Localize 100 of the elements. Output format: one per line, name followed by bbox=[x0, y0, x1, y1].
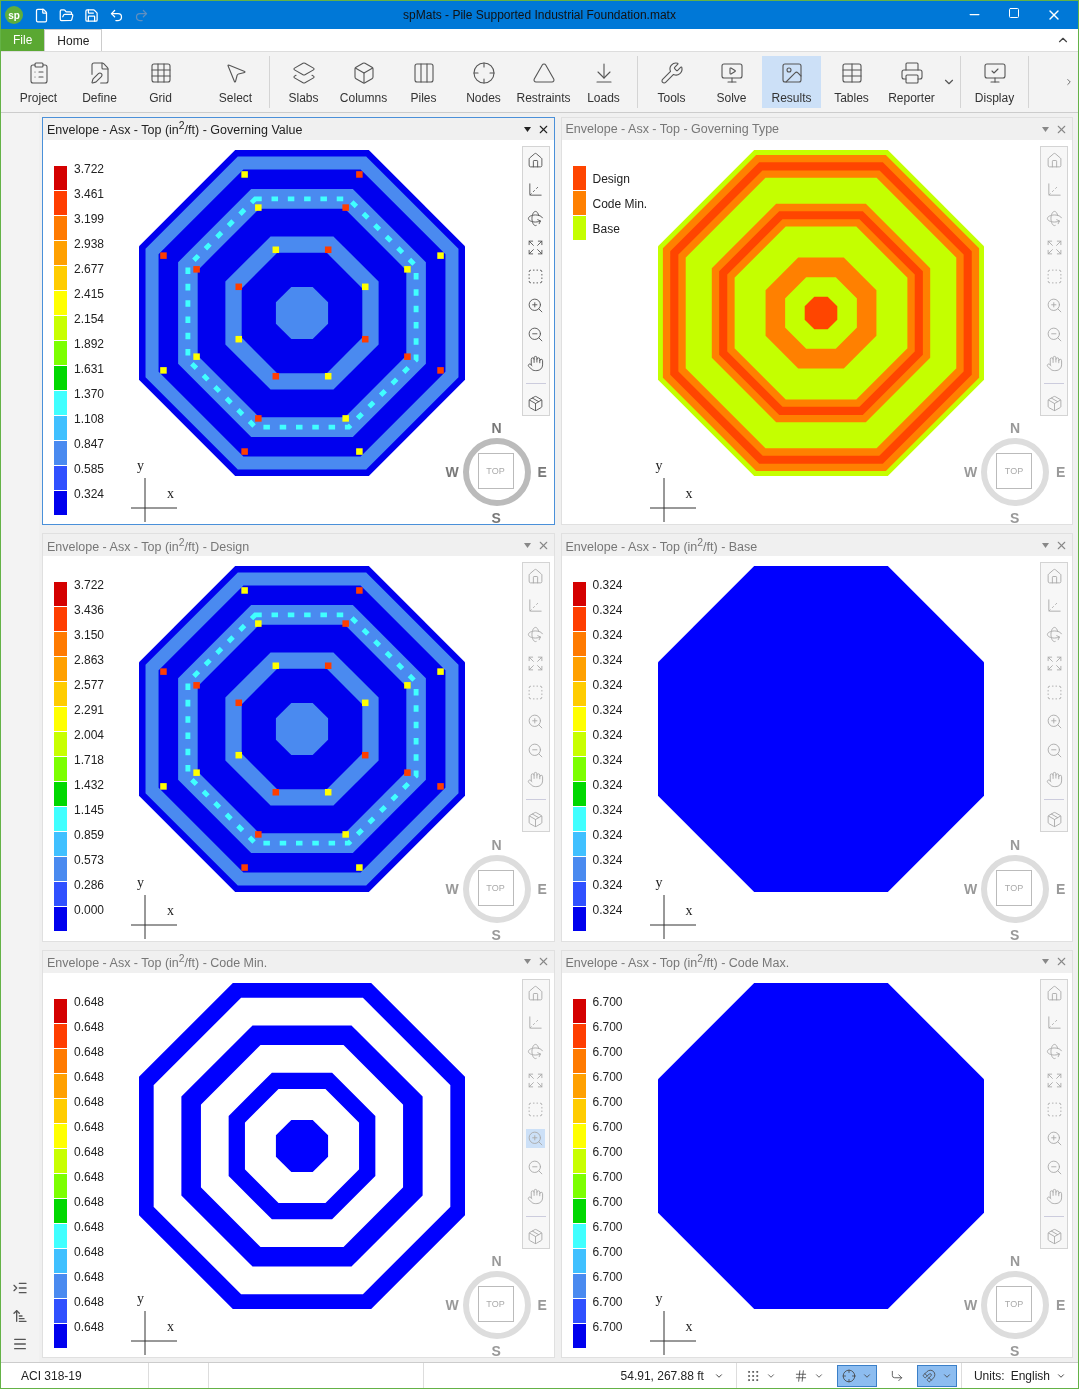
legend-label: Code Min. bbox=[592, 197, 648, 210]
legend-value: 6.700 bbox=[592, 1245, 623, 1258]
legend-value: 0.324 bbox=[592, 604, 623, 617]
compass-label: W bbox=[445, 880, 459, 897]
legend-value: 0.585 bbox=[74, 463, 105, 475]
ribbon-button[interactable]: Tools bbox=[642, 56, 701, 108]
units-dropdown[interactable]: English bbox=[1010, 1368, 1050, 1383]
ribbon-button[interactable]: Loads bbox=[574, 56, 633, 108]
compass-label: W bbox=[964, 880, 978, 897]
legend-value: 0.324 bbox=[74, 488, 105, 500]
legend-value: 0.324 bbox=[592, 804, 623, 817]
legend-value: 0.324 bbox=[592, 754, 623, 767]
legend-value: 2.577 bbox=[74, 679, 105, 692]
ribbon-button[interactable]: Project bbox=[9, 56, 68, 108]
ribbon-button[interactable]: Select bbox=[206, 56, 265, 108]
legend-label: Base bbox=[592, 222, 620, 235]
ribbon-button[interactable]: Restraints bbox=[514, 56, 573, 108]
legend-value: 0.648 bbox=[74, 1095, 105, 1108]
legend-value: 0.648 bbox=[74, 1245, 105, 1258]
compass-label: W bbox=[964, 1297, 978, 1313]
ribbon-button[interactable]: Piles bbox=[394, 56, 453, 108]
compass-label: W bbox=[445, 464, 459, 481]
ribbon-button[interactable]: Tables bbox=[822, 56, 881, 108]
legend-value: 0.324 bbox=[592, 679, 623, 692]
compass-label: S bbox=[491, 926, 501, 943]
legend-value: 2.415 bbox=[74, 288, 105, 300]
legend-value: 0.573 bbox=[74, 854, 105, 867]
legend-value: 0.648 bbox=[74, 1145, 105, 1158]
compass-label: W bbox=[964, 464, 978, 481]
legend-value: 0.324 bbox=[592, 779, 623, 792]
compass-label: E bbox=[537, 1297, 547, 1313]
axis-label: x bbox=[167, 1319, 174, 1335]
legend-value: 6.700 bbox=[592, 1145, 623, 1158]
legend-value: 3.150 bbox=[74, 629, 105, 642]
legend-value: 1.892 bbox=[74, 338, 105, 350]
legend-value: 3.722 bbox=[74, 579, 105, 592]
axis-label: x bbox=[685, 902, 693, 919]
legend-value: 0.648 bbox=[74, 1070, 105, 1083]
panel-title: Envelope - Asx - Top (in$^{2}$/ft) - Code Max. bbox=[565, 953, 790, 971]
axis-label: y bbox=[655, 874, 663, 891]
compass-label: E bbox=[537, 464, 547, 481]
ribbon-button[interactable]: Reporter bbox=[882, 56, 941, 108]
ribbon-button[interactable]: Define bbox=[70, 56, 129, 108]
axis-label: y bbox=[655, 1291, 663, 1307]
legend-value: 0.648 bbox=[74, 1120, 105, 1133]
compass-label: E bbox=[1056, 1297, 1066, 1313]
axis-label: y bbox=[137, 874, 144, 891]
window-title: spMats - Pile Supported Industrial Foundation.matx bbox=[403, 8, 676, 22]
legend-value: 0.648 bbox=[74, 995, 105, 1008]
legend-label: Design bbox=[592, 172, 630, 185]
legend-value: 0.324 bbox=[592, 704, 623, 717]
design-code: ACI 318-19 bbox=[1, 1363, 149, 1388]
legend-value: 0.648 bbox=[74, 1195, 105, 1208]
axis-label: x bbox=[167, 486, 174, 503]
panel-title: Envelope - Asx - Top - Governing Type bbox=[565, 122, 780, 136]
ribbon-button[interactable]: Solve bbox=[702, 56, 761, 108]
legend-value: 6.700 bbox=[592, 1120, 623, 1133]
legend-value: 1.108 bbox=[74, 413, 105, 425]
ribbon-tab[interactable]: Home bbox=[44, 29, 103, 51]
ribbon-button[interactable]: Display bbox=[965, 56, 1024, 108]
legend-value: 6.700 bbox=[592, 1095, 623, 1108]
legend-value: 3.461 bbox=[74, 188, 105, 200]
legend-value: 0.324 bbox=[592, 629, 623, 642]
compass-label: E bbox=[1056, 464, 1066, 481]
compass-label: W bbox=[445, 1297, 459, 1313]
ribbon-button[interactable]: Results bbox=[762, 56, 821, 108]
legend-value: 6.700 bbox=[592, 1070, 623, 1083]
legend-value: 3.722 bbox=[74, 163, 105, 175]
legend-value: 6.700 bbox=[592, 1220, 623, 1233]
app-logo: sp bbox=[5, 6, 23, 24]
legend-value: 0.324 bbox=[592, 729, 623, 742]
panel-title: Envelope - Asx - Top (in$^{2}$/ft) - Governing Value bbox=[47, 120, 303, 138]
legend-value: 6.700 bbox=[592, 1170, 623, 1183]
axis-label: y bbox=[137, 458, 144, 475]
compass-label: E bbox=[537, 880, 547, 897]
legend-value: 0.324 bbox=[592, 879, 623, 892]
legend-value: 0.648 bbox=[74, 1320, 105, 1333]
legend-value: 6.700 bbox=[592, 1295, 623, 1308]
legend-value: 6.700 bbox=[592, 995, 623, 1008]
compass-label: S bbox=[491, 510, 501, 527]
compass-label: N bbox=[1010, 836, 1021, 853]
legend-value: 0.847 bbox=[74, 438, 105, 450]
legend-value: 1.631 bbox=[74, 363, 105, 375]
ribbon-button[interactable]: Columns bbox=[334, 56, 393, 108]
legend-value: 0.648 bbox=[74, 1270, 105, 1283]
legend-value: 6.700 bbox=[592, 1045, 623, 1058]
ribbon-button[interactable]: Grid bbox=[131, 56, 190, 108]
compass-label: S bbox=[1010, 510, 1020, 527]
legend-value: 0.648 bbox=[74, 1020, 105, 1033]
axis-label: x bbox=[685, 486, 693, 503]
compass-label: S bbox=[1010, 926, 1020, 943]
legend-value: 1.145 bbox=[74, 804, 105, 817]
legend-value: 6.700 bbox=[592, 1270, 623, 1283]
ribbon-button[interactable]: Nodes bbox=[454, 56, 513, 108]
legend-value: 0.648 bbox=[74, 1295, 105, 1308]
compass-label: N bbox=[491, 836, 502, 853]
ribbon-button[interactable]: Slabs bbox=[274, 56, 333, 108]
legend-value: 0.286 bbox=[74, 879, 105, 892]
axis-label: x bbox=[167, 902, 174, 919]
legend-value: 2.291 bbox=[74, 704, 105, 717]
